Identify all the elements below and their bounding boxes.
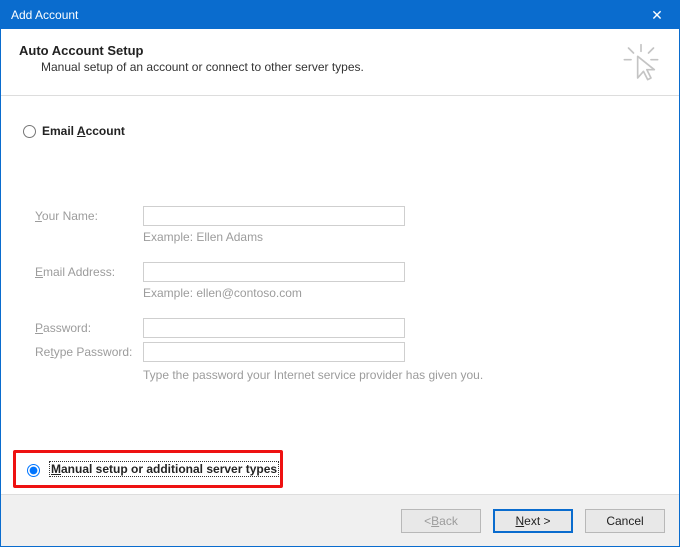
wizard-title: Auto Account Setup [19,43,364,58]
hint-email: Example: ellen@contoso.com [143,286,302,300]
window-title: Add Account [11,8,78,22]
wizard-header: Auto Account Setup Manual setup of an ac… [1,29,679,96]
wizard-content: Email Account Your Name: Example: Ellen … [1,96,679,494]
row-password: Password: [35,318,657,338]
radio-manual-setup[interactable]: Manual setup or additional server types [13,450,283,488]
wizard-subtitle: Manual setup of an account or connect to… [41,60,364,74]
input-password [143,318,405,338]
radio-email-account-input[interactable] [23,125,36,138]
hint-email-row: Example: ellen@contoso.com [35,286,657,300]
label-retype-password: Retype Password: [35,345,143,359]
hint-your-name-row: Example: Ellen Adams [35,230,657,244]
row-your-name: Your Name: [35,206,657,226]
account-form: Your Name: Example: Ellen Adams Email Ad… [35,206,657,382]
label-email: Email Address: [35,265,143,279]
radio-email-account-label: Email Account [42,124,125,138]
close-button[interactable]: ✕ [635,1,679,29]
hint-password-row: Type the password your Internet service … [35,368,657,382]
radio-manual-setup-input[interactable] [27,464,40,477]
hint-password: Type the password your Internet service … [143,368,483,382]
cancel-button[interactable]: Cancel [585,509,665,533]
wizard-header-text: Auto Account Setup Manual setup of an ac… [19,43,364,74]
titlebar: Add Account ✕ [1,1,679,29]
close-icon: ✕ [651,7,663,24]
hint-your-name: Example: Ellen Adams [143,230,263,244]
input-retype-password [143,342,405,362]
row-retype-password: Retype Password: [35,342,657,362]
radio-manual-setup-label: Manual setup or additional server types [49,461,279,477]
row-email: Email Address: [35,262,657,282]
next-button[interactable]: Next > [493,509,573,533]
add-account-dialog: Add Account ✕ Auto Account Setup Manual … [0,0,680,547]
wizard-footer: < Back Next > Cancel [1,494,679,546]
input-your-name [143,206,405,226]
label-password: Password: [35,321,143,335]
cursor-click-icon [621,43,661,83]
label-your-name: Your Name: [35,209,143,223]
input-email [143,262,405,282]
back-button: < Back [401,509,481,533]
radio-email-account[interactable]: Email Account [23,124,657,138]
